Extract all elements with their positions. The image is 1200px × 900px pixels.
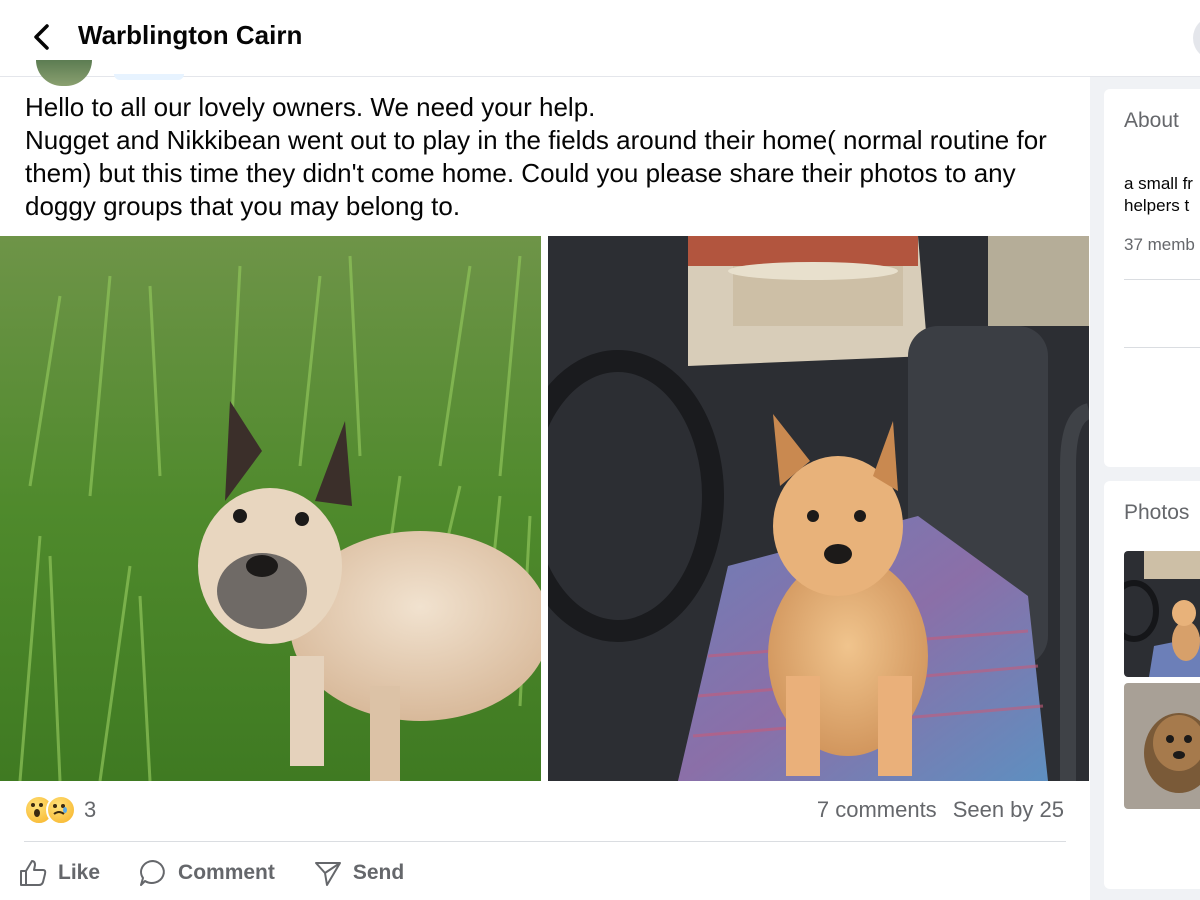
seen-by-count[interactable]: Seen by 25 — [953, 797, 1064, 823]
photo-thumbnail[interactable] — [1124, 683, 1200, 809]
post-actions: Like Comment Send — [18, 855, 404, 891]
group-title[interactable]: Warblington Cairn — [78, 20, 302, 51]
author-badge — [114, 74, 184, 80]
about-desc-line: a small fr — [1124, 174, 1193, 193]
dog-in-vehicle-photo[interactable] — [548, 236, 1089, 781]
divider — [24, 841, 1066, 842]
photos-card: Photos — [1104, 481, 1200, 889]
post-stats: 7 comments Seen by 25 — [817, 797, 1064, 823]
sad-reaction-icon — [46, 795, 76, 825]
reactions-summary[interactable]: 3 — [24, 795, 96, 825]
like-button[interactable]: Like — [18, 858, 100, 888]
comment-label: Comment — [178, 861, 275, 884]
comment-icon — [140, 860, 165, 886]
header-avatar[interactable] — [1193, 16, 1200, 60]
divider — [1124, 279, 1200, 280]
top-bar: Warblington Cairn — [0, 0, 1200, 77]
photo-thumbnail[interactable] — [1124, 551, 1200, 677]
back-icon[interactable] — [26, 20, 60, 54]
post-text: Hello to all our lovely owners. We need … — [25, 91, 1075, 223]
about-heading: About — [1124, 109, 1179, 132]
photos-heading[interactable]: Photos — [1124, 501, 1189, 525]
thumbs-up-icon — [20, 860, 47, 886]
post-paragraph: Nugget and Nikkibean went out to play in… — [25, 125, 1047, 221]
comment-button[interactable]: Comment — [138, 858, 275, 888]
send-icon — [314, 862, 341, 886]
like-label: Like — [58, 861, 101, 884]
right-sidebar: About a small fr helpers t 37 memb Photo… — [1090, 77, 1200, 900]
about-card: About a small fr helpers t 37 memb — [1104, 89, 1200, 467]
divider — [1124, 347, 1200, 348]
send-label: Send — [352, 861, 405, 884]
about-description: a small fr helpers t — [1124, 173, 1193, 217]
reaction-count: 3 — [84, 797, 97, 822]
about-desc-line: helpers t — [1124, 196, 1190, 215]
comments-count[interactable]: 7 comments — [817, 797, 937, 823]
dog-in-grass-photo[interactable] — [0, 236, 541, 781]
member-count[interactable]: 37 memb — [1124, 235, 1195, 255]
send-button[interactable]: Send — [313, 858, 404, 888]
post-card: Hello to all our lovely owners. We need … — [0, 77, 1090, 900]
post-paragraph: Hello to all our lovely owners. We need … — [25, 92, 596, 122]
